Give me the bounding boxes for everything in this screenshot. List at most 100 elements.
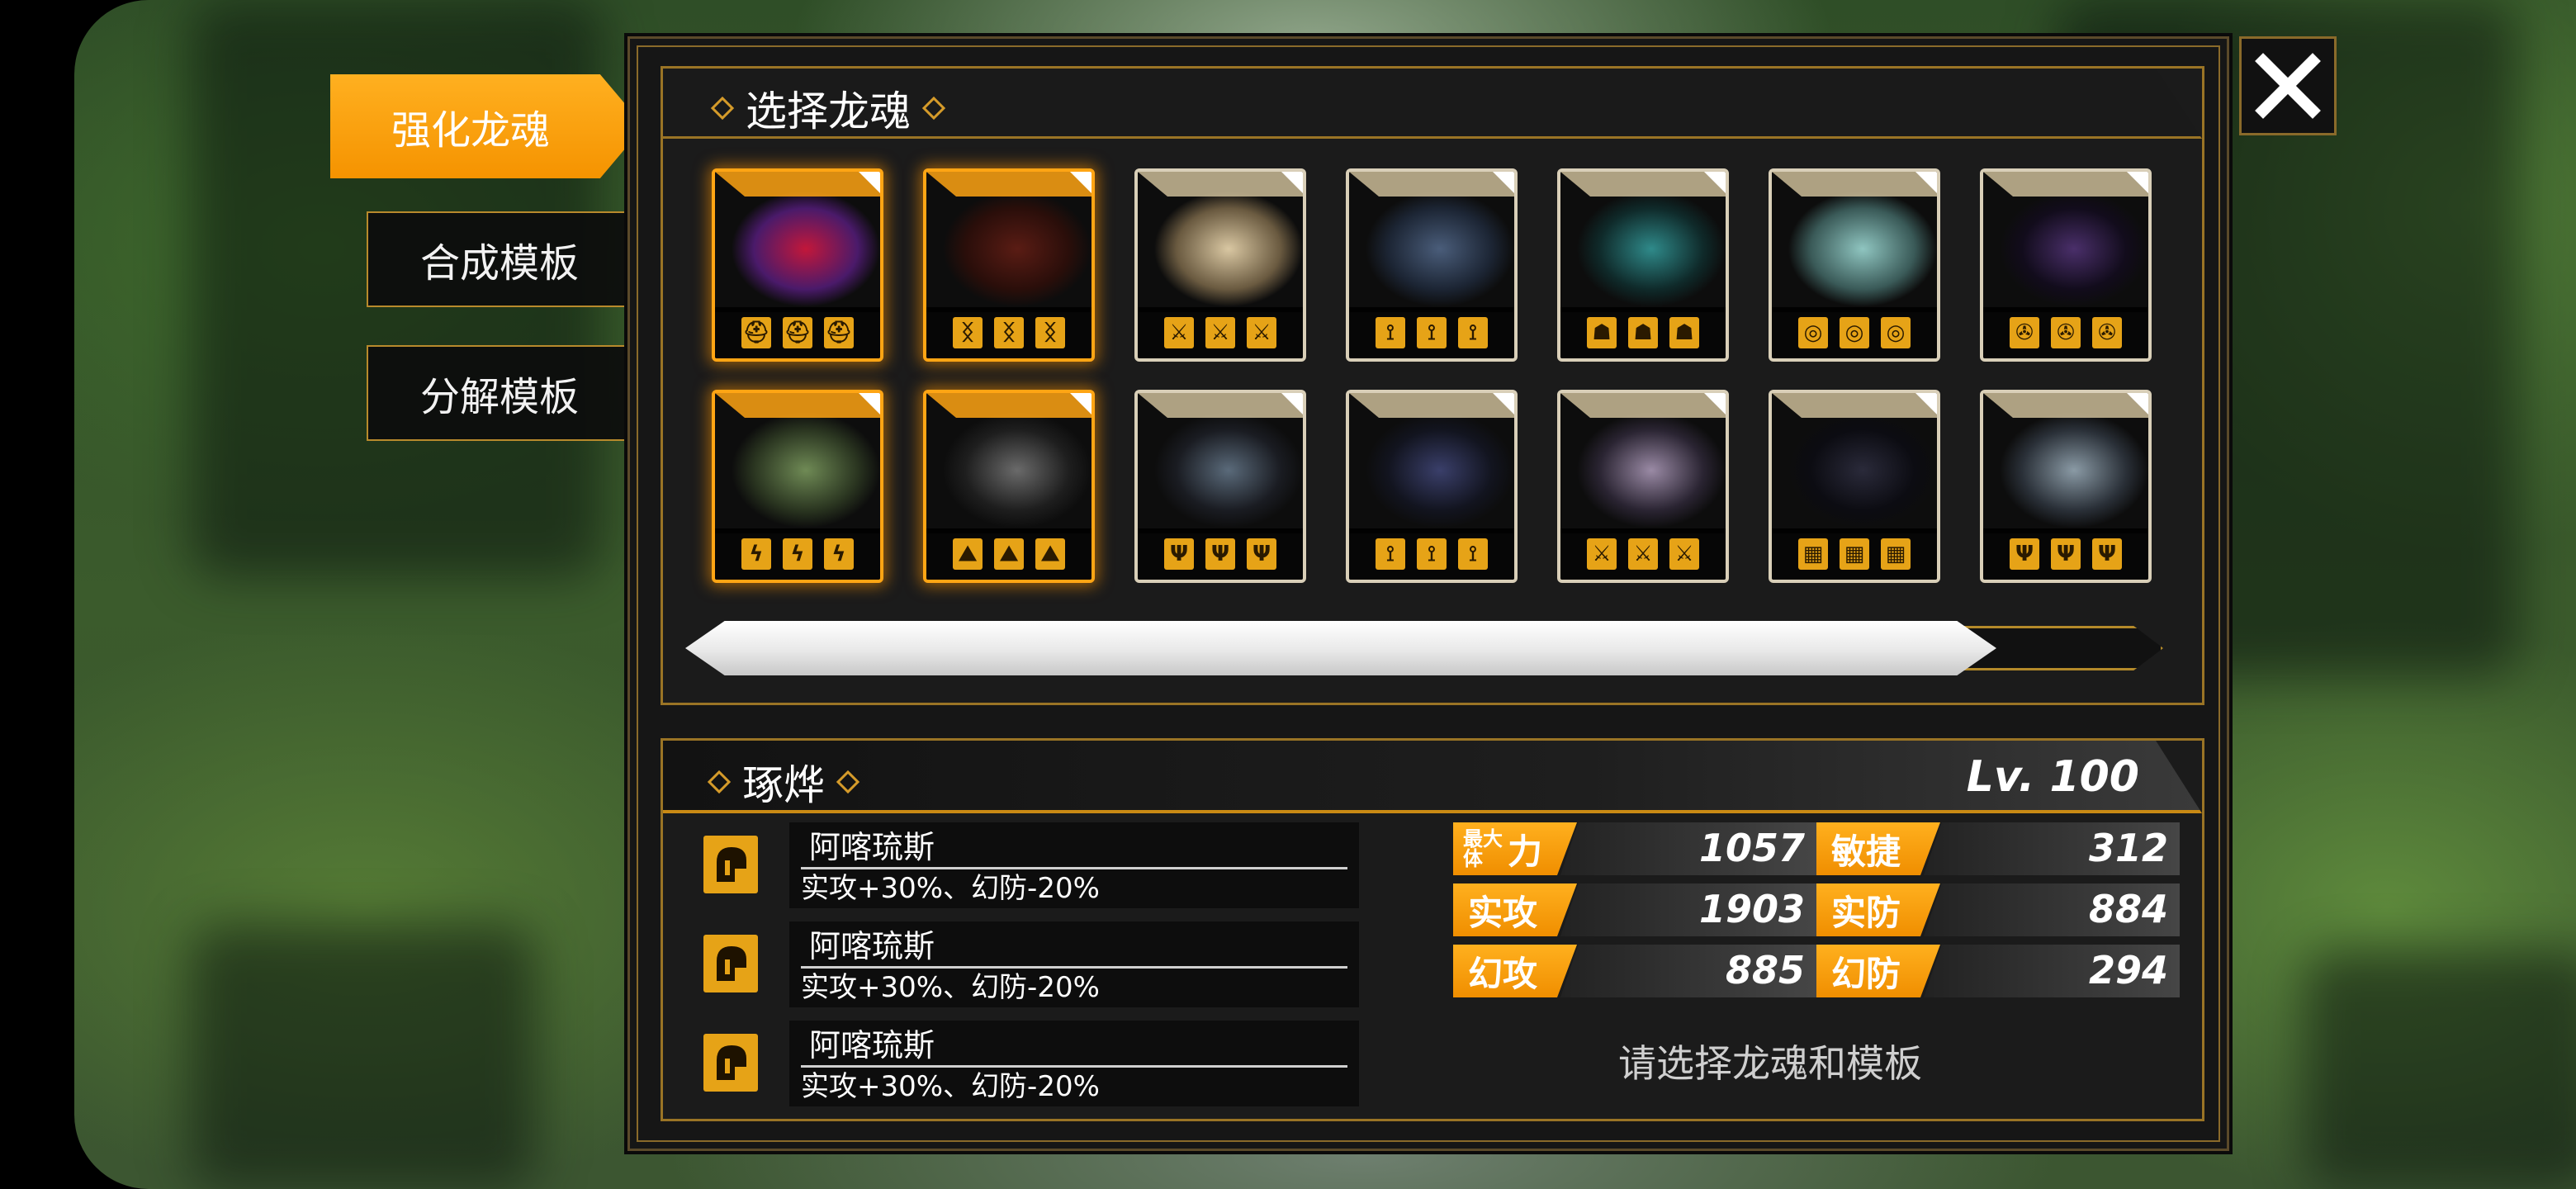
soul-card[interactable]: ✇ ✇ ✇ [1980,168,2152,362]
swirl-icon: ✇ [2051,317,2081,348]
select-hint-text: 请选择龙魂和模板 [1618,1041,1922,1086]
soul-card[interactable]: ΨΨΨ [1134,390,1306,583]
soul-card[interactable]: ☗ ☗ ☗ [1557,168,1729,362]
skill-entry-1[interactable]: 阿喀琉斯 实攻+30%、幻防-20% [789,822,1359,908]
soul-card[interactable]: ▦ ▦ ▦ [1769,390,1940,583]
stat-label: 实攻 [1453,883,1577,936]
totem-icon: ⟟ [1458,317,1488,348]
claw-icon: ⚔ [1247,317,1276,348]
soul-card[interactable]: ◎ ◎ ◎ [1769,168,1940,362]
stat-value: 885 [1725,948,1805,992]
helmet-icon [717,946,746,981]
soul-card[interactable]: ⛑ ⛑ ⛑ [712,168,883,362]
fork-icon: Ψ [1164,538,1194,570]
card-skill-icons: ⚔ ⚔ ⚔ [1560,528,1726,580]
stat-label: 幻防 [1816,945,1940,997]
skill-entry-3[interactable]: 阿喀琉斯 实攻+30%、幻防-20% [789,1021,1359,1106]
diamond-ornament-icon [836,770,860,794]
stat-agility: 敏捷 312 [1816,822,2180,875]
peak-icon: ⛰ [1035,538,1065,570]
wind-icon: ϟ [741,538,771,570]
skill-description: 实攻+30%、幻防-20% [801,1070,1100,1103]
wind-icon: ϟ [783,538,812,570]
tab-label: 合成模板 [419,240,579,287]
rune-icon: ᛝ [994,317,1024,348]
card-skill-icons: ΨΨΨ [1983,528,2148,580]
swirl-icon: ✇ [2010,317,2039,348]
tab-synthesize-template[interactable]: 合成模板 [367,211,631,307]
peak-icon: ⛰ [953,538,983,570]
peak-icon: ⛰ [994,538,1024,570]
soul-card[interactable]: ⟟ ⟟ ⟟ [1346,168,1518,362]
scrollbar-thumb[interactable] [685,621,1996,675]
card-skill-icons: ✇ ✇ ✇ [1983,307,2148,358]
stat-physical-attack: 实攻 1903 [1453,883,1816,936]
helmet-icon: ⛑ [783,317,812,348]
helmet-icon [717,1045,746,1080]
fork-icon: Ψ [2010,538,2039,570]
stat-label: 敏捷 [1816,822,1940,875]
claw-icon: ⚔ [1205,317,1235,348]
diamond-ornament-icon [921,96,946,121]
close-button[interactable] [2239,36,2337,135]
wind-icon: ϟ [824,538,854,570]
totem-icon: ⟟ [1417,317,1447,348]
stat-value: 1057 [1698,826,1805,870]
stat-value: 312 [2088,826,2168,870]
tab-label: 分解模板 [419,374,579,420]
soul-card[interactable]: ⚔ ⚔ ⚔ [1134,168,1306,362]
claw-icon: ⚔ [1628,538,1658,570]
grid-icon: ▦ [1840,538,1869,570]
rune-icon: ᛝ [1035,317,1065,348]
stat-label-small: 最大体 [1463,827,1503,870]
stat-magic-defense: 幻防 294 [1816,945,2180,997]
totem-icon: ⟟ [1417,538,1447,570]
diamond-ornament-icon [710,96,735,121]
tab-decompose-template[interactable]: 分解模板 [367,345,631,441]
totem-icon: ⟟ [1458,538,1488,570]
swirl-icon: ✇ [2092,317,2122,348]
fork-icon: Ψ [1247,538,1276,570]
diamond-ornament-icon [707,770,732,794]
stat-label: 实防 [1816,883,1940,936]
skill-entry-2[interactable]: 阿喀琉斯 实攻+30%、幻防-20% [789,921,1359,1007]
soul-name-title: 琢烨 [706,752,861,812]
soul-card[interactable]: ᛝᛝᛝ [923,168,1095,362]
stat-value: 884 [2088,887,2168,931]
tab-label: 强化龙魂 [391,107,550,154]
rune-icon: ᛝ [953,317,983,348]
close-icon [2255,53,2321,119]
card-skill-icons: ⛰ ⛰ ⛰ [926,528,1091,580]
card-skill-icons: ▦ ▦ ▦ [1772,528,1937,580]
card-skill-icons: ϟϟϟ [715,528,880,580]
mask-icon: ☗ [1669,317,1699,348]
grid-icon: ▦ [1881,538,1911,570]
totem-icon: ⟟ [1376,538,1405,570]
soul-card[interactable]: ⚔ ⚔ ⚔ [1557,390,1729,583]
orb-icon: ◎ [1840,317,1869,348]
orb-icon: ◎ [1798,317,1828,348]
stat-value: 294 [2088,948,2168,992]
card-skill-icons: ⟟ ⟟ ⟟ [1349,307,1514,358]
card-skill-icons: ΨΨΨ [1138,528,1303,580]
skill-name: 阿喀琉斯 [801,1026,1347,1068]
mask-icon: ☗ [1587,317,1617,348]
fork-icon: Ψ [1205,538,1235,570]
soul-card[interactable]: ⟟ ⟟ ⟟ [1346,390,1518,583]
claw-icon: ⚔ [1587,538,1617,570]
card-skill-icons: ◎ ◎ ◎ [1772,307,1937,358]
skill-description: 实攻+30%、幻防-20% [801,872,1100,905]
soul-card[interactable]: ⛰ ⛰ ⛰ [923,390,1095,583]
soul-level: Lv. 100 [1966,752,2139,802]
mask-icon: ☗ [1628,317,1658,348]
helmet-icon [717,847,746,882]
fork-icon: Ψ [2051,538,2081,570]
soul-card[interactable]: ΨΨΨ [1980,390,2152,583]
card-skill-icons: ☗ ☗ ☗ [1560,307,1726,358]
stat-value: 1903 [1698,887,1805,931]
skill-icon-1 [703,836,758,893]
tab-enhance-soul[interactable]: 强化龙魂 [330,74,644,178]
helmet-icon: ⛑ [824,317,854,348]
stat-magic-attack: 幻攻 885 [1453,945,1816,997]
soul-card[interactable]: ϟϟϟ [712,390,883,583]
